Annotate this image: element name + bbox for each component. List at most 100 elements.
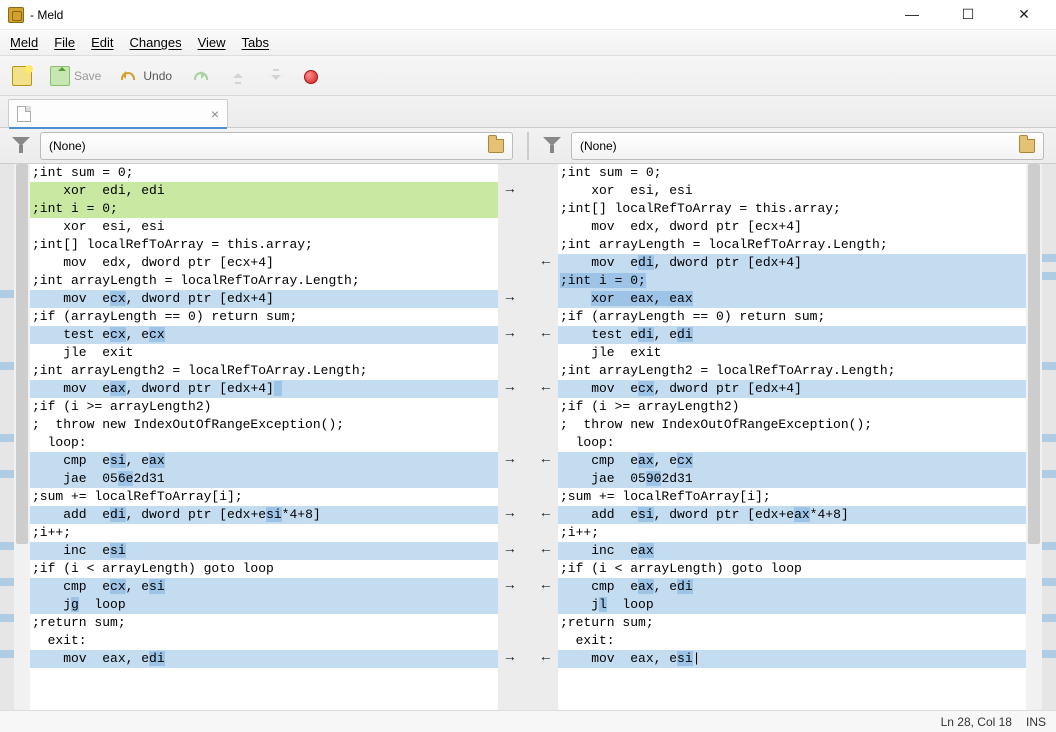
menu-file[interactable]: File xyxy=(54,35,75,50)
code-line[interactable]: mov ecx, dword ptr [edx+4] xyxy=(30,290,498,308)
code-line[interactable]: ;if (i < arrayLength) goto loop xyxy=(30,560,498,578)
code-line[interactable]: add edi, dword ptr [edx+esi*4+8] xyxy=(30,506,498,524)
push-right-arrow[interactable]: → xyxy=(502,380,518,396)
code-line[interactable]: ;if (arrayLength == 0) return sum; xyxy=(558,308,1026,326)
code-line[interactable]: ;int sum = 0; xyxy=(30,164,498,182)
code-line[interactable]: jle exit xyxy=(30,344,498,362)
push-right-arrow[interactable]: → xyxy=(502,542,518,558)
code-line[interactable]: mov eax, dword ptr [edx+4] xyxy=(30,380,498,398)
code-line[interactable]: cmp ecx, esi xyxy=(30,578,498,596)
code-line[interactable]: ;int arrayLength = localRefToArray.Lengt… xyxy=(558,236,1026,254)
push-left-arrow[interactable]: ← xyxy=(538,506,554,522)
new-button[interactable] xyxy=(12,66,32,86)
push-right-arrow[interactable]: → xyxy=(502,326,518,342)
code-line[interactable]: ;return sum; xyxy=(30,614,498,632)
close-button[interactable]: ✕ xyxy=(1008,6,1040,23)
push-right-arrow[interactable]: → xyxy=(502,182,518,198)
filter-icon-left[interactable] xyxy=(12,137,30,155)
code-line[interactable]: xor eax, eax xyxy=(558,290,1026,308)
code-line[interactable]: ;if (i >= arrayLength2) xyxy=(30,398,498,416)
code-line[interactable]: xor esi, esi xyxy=(558,182,1026,200)
menu-edit[interactable]: Edit xyxy=(91,35,113,50)
code-line[interactable]: add esi, dword ptr [edx+eax*4+8] xyxy=(558,506,1026,524)
code-line[interactable]: jle exit xyxy=(558,344,1026,362)
code-line[interactable]: ;i++; xyxy=(558,524,1026,542)
code-line[interactable]: ;sum += localRefToArray[i]; xyxy=(558,488,1026,506)
menu-meld[interactable]: Meld xyxy=(10,35,38,50)
record-button[interactable] xyxy=(304,67,318,84)
menu-tabs[interactable]: Tabs xyxy=(242,35,269,50)
code-line[interactable]: jae 056e2d31 xyxy=(30,470,498,488)
code-line[interactable]: test edi, edi xyxy=(558,326,1026,344)
code-line[interactable]: cmp eax, ecx xyxy=(558,452,1026,470)
code-line[interactable]: ;int arrayLength2 = localRefToArray.Leng… xyxy=(558,362,1026,380)
scroll-thumb-left[interactable] xyxy=(16,164,28,544)
push-right-arrow[interactable]: → xyxy=(502,452,518,468)
push-up-button[interactable] xyxy=(228,66,248,86)
code-line[interactable]: jg loop xyxy=(30,596,498,614)
code-line[interactable]: test ecx, ecx xyxy=(30,326,498,344)
code-line[interactable]: ;if (i >= arrayLength2) xyxy=(558,398,1026,416)
tab-close-button[interactable]: × xyxy=(211,106,219,122)
minimize-button[interactable]: — xyxy=(896,6,928,23)
push-left-arrow[interactable]: ← xyxy=(538,650,554,666)
push-right-arrow[interactable]: → xyxy=(502,650,518,666)
code-pane-left[interactable]: ;int sum = 0; xor edi, edi;int i = 0; xo… xyxy=(30,164,498,710)
redo-button[interactable] xyxy=(190,66,210,86)
code-line[interactable]: loop: xyxy=(30,434,498,452)
scrollbar-left[interactable] xyxy=(14,164,30,710)
save-button[interactable]: Save xyxy=(50,66,101,86)
code-line[interactable]: ; throw new IndexOutOfRangeException(); xyxy=(558,416,1026,434)
code-line[interactable]: ;int i = 0; xyxy=(30,200,498,218)
overview-gutter-left[interactable] xyxy=(0,164,14,710)
filter-icon-right[interactable] xyxy=(543,137,561,155)
scroll-thumb-right[interactable] xyxy=(1028,164,1040,544)
maximize-button[interactable]: ☐ xyxy=(952,6,984,23)
menu-view[interactable]: View xyxy=(198,35,226,50)
code-line[interactable]: inc esi xyxy=(30,542,498,560)
code-line[interactable]: ;int sum = 0; xyxy=(558,164,1026,182)
code-line[interactable]: mov eax, edi xyxy=(30,650,498,668)
code-line[interactable]: ;i++; xyxy=(30,524,498,542)
code-line[interactable]: jae 05902d31 xyxy=(558,470,1026,488)
code-line[interactable]: ;return sum; xyxy=(558,614,1026,632)
push-left-arrow[interactable]: ← xyxy=(538,452,554,468)
code-line[interactable]: ; throw new IndexOutOfRangeException(); xyxy=(30,416,498,434)
overview-gutter-right[interactable] xyxy=(1042,164,1056,710)
open-icon-right[interactable] xyxy=(1019,139,1035,153)
code-line[interactable]: xor edi, edi xyxy=(30,182,498,200)
document-tab[interactable]: × xyxy=(8,99,228,127)
code-line[interactable]: ;int i = 0; xyxy=(558,272,1026,290)
push-right-arrow[interactable]: → xyxy=(502,290,518,306)
code-line[interactable]: mov edx, dword ptr [ecx+4] xyxy=(558,218,1026,236)
code-line[interactable]: xor esi, esi xyxy=(30,218,498,236)
code-line[interactable]: ;int[] localRefToArray = this.array; xyxy=(558,200,1026,218)
code-line[interactable]: ;if (i < arrayLength) goto loop xyxy=(558,560,1026,578)
code-pane-right[interactable]: ;int sum = 0; xor esi, esi;int[] localRe… xyxy=(558,164,1026,710)
push-down-button[interactable] xyxy=(266,66,286,86)
code-line[interactable]: mov edx, dword ptr [ecx+4] xyxy=(30,254,498,272)
scrollbar-right[interactable] xyxy=(1026,164,1042,710)
push-left-arrow[interactable]: ← xyxy=(538,542,554,558)
code-line[interactable]: mov eax, esi| xyxy=(558,650,1026,668)
code-line[interactable]: loop: xyxy=(558,434,1026,452)
code-line[interactable]: ;int arrayLength2 = localRefToArray.Leng… xyxy=(30,362,498,380)
code-line[interactable]: ;sum += localRefToArray[i]; xyxy=(30,488,498,506)
code-line[interactable]: cmp esi, eax xyxy=(30,452,498,470)
code-line[interactable]: inc eax xyxy=(558,542,1026,560)
undo-button[interactable]: Undo xyxy=(119,66,172,86)
code-line[interactable]: mov edi, dword ptr [edx+4] xyxy=(558,254,1026,272)
diff-link-column[interactable]: →←→→←→←→←→←→←→←→← xyxy=(498,164,558,710)
menu-changes[interactable]: Changes xyxy=(130,35,182,50)
open-icon-left[interactable] xyxy=(488,139,504,153)
push-left-arrow[interactable]: ← xyxy=(538,326,554,342)
code-line[interactable]: exit: xyxy=(30,632,498,650)
code-line[interactable]: ;if (arrayLength == 0) return sum; xyxy=(30,308,498,326)
code-line[interactable]: ;int arrayLength = localRefToArray.Lengt… xyxy=(30,272,498,290)
file-select-left[interactable]: (None) xyxy=(40,132,513,160)
push-left-arrow[interactable]: ← xyxy=(538,254,554,270)
file-select-right[interactable]: (None) xyxy=(571,132,1044,160)
code-line[interactable]: jl loop xyxy=(558,596,1026,614)
code-line[interactable]: mov ecx, dword ptr [edx+4] xyxy=(558,380,1026,398)
push-left-arrow[interactable]: ← xyxy=(538,380,554,396)
